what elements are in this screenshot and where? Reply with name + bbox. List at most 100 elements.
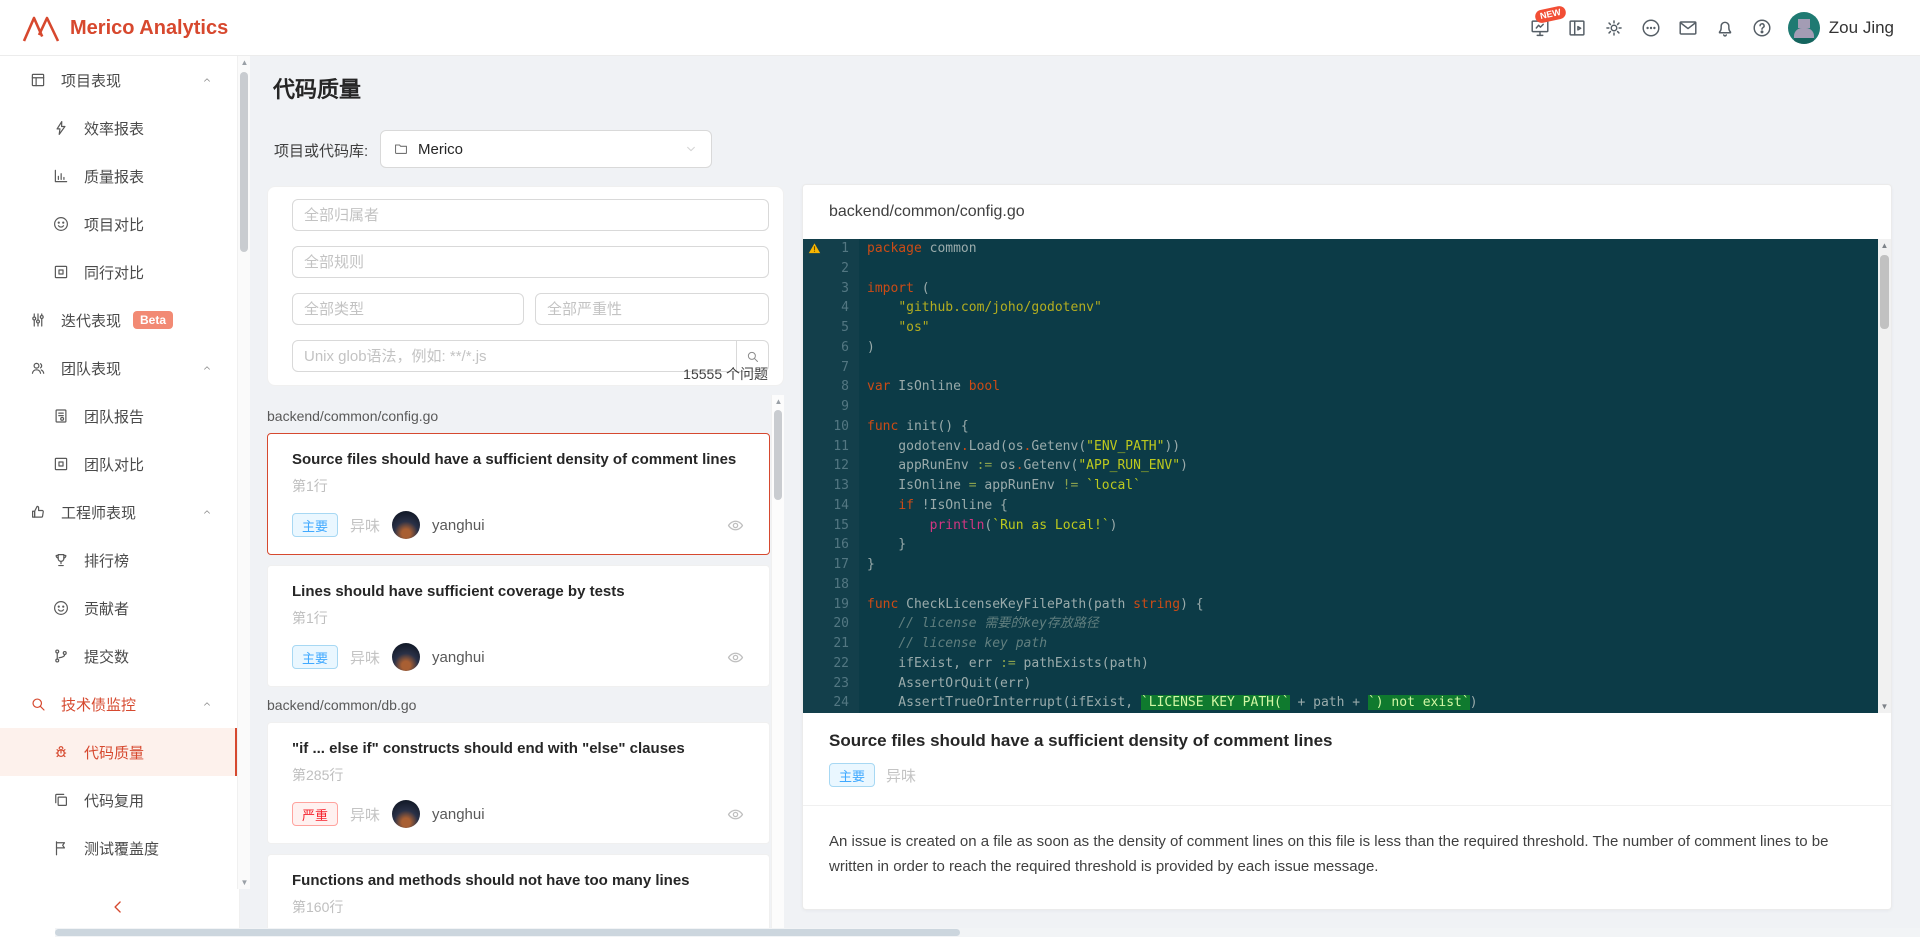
grid-icon [29, 71, 47, 89]
chevron-up-icon [201, 74, 213, 86]
author-name: yanghui [432, 648, 485, 666]
help-icon[interactable] [1751, 17, 1773, 39]
code-viewer[interactable]: 1 package common 2 3 import (4 "github.com/j… [803, 239, 1891, 713]
header-actions: NEW Zou Jing [1529, 0, 1894, 56]
severity-filter-input[interactable] [535, 293, 769, 325]
issue-card[interactable]: "if ... else if" constructs should end w… [267, 722, 770, 844]
issue-count: 15555 个问题 [683, 366, 768, 382]
issue-title: Source files should have a sufficient de… [292, 451, 737, 468]
repo-select[interactable]: Merico [380, 130, 712, 168]
issue-card[interactable]: Lines should have sufficient coverage by… [267, 565, 770, 687]
sidebar-item-label: 技术债监控 [61, 696, 137, 714]
sidebar-item-thumb[interactable]: 工程师表现 [0, 488, 239, 536]
sidebar-item-copy[interactable]: 代码复用 [0, 776, 239, 824]
sidebar-item-users[interactable]: 团队表现 [0, 344, 239, 392]
scroll-thumb[interactable] [240, 72, 248, 252]
sidebar-item-label: 项目表现 [61, 72, 122, 90]
sidebar-item-label: 项目对比 [84, 216, 145, 234]
sidebar-item-label: 工程师表现 [61, 504, 137, 522]
issue-line-number: 第160行 [292, 899, 344, 915]
severity-badge: 主要 [292, 645, 339, 669]
messages-icon[interactable] [1677, 17, 1699, 39]
line-number: 14 [833, 497, 849, 513]
sidebar-item-label: 效率报表 [84, 120, 145, 138]
folder-icon [393, 141, 409, 157]
issue-list-scrollbar[interactable]: ▲ ▼ [771, 395, 784, 937]
owner-filter-input[interactable] [292, 199, 769, 231]
user-menu[interactable]: Zou Jing [1787, 12, 1894, 44]
sidebar-item-compare[interactable]: 同行对比 [0, 248, 239, 296]
sidebar-item-label: 团队对比 [84, 456, 145, 474]
sidebar-item-magnify[interactable]: 技术债监控 [0, 680, 239, 728]
code-line: 5 "os" [803, 318, 1891, 338]
issue-card[interactable]: Source files should have a sufficient de… [267, 433, 770, 555]
sidebar-item-flag[interactable]: 测试覆盖度 [0, 824, 239, 872]
line-number: 23 [833, 675, 849, 691]
chevron-up-icon [201, 698, 213, 710]
issue-line-number: 第1行 [292, 610, 328, 626]
issue-description: An issue is created on a file as soon as… [829, 833, 1829, 875]
scroll-up-arrow[interactable]: ▲ [772, 395, 785, 408]
sliders-icon [29, 311, 47, 329]
sidebar-item-bug[interactable]: 代码质量 [0, 728, 239, 776]
repo-select-value: Merico [418, 140, 464, 158]
sidebar-item-chart[interactable]: 质量报表 [0, 152, 239, 200]
code-line: 16 } [803, 535, 1891, 555]
filter-panel [267, 186, 784, 386]
scroll-thumb[interactable] [774, 410, 782, 500]
line-number: 3 [841, 280, 849, 296]
scroll-up-arrow[interactable]: ▲ [238, 56, 251, 69]
scroll-thumb[interactable] [1880, 255, 1889, 329]
ignore-eye-icon[interactable] [726, 516, 745, 535]
divider [803, 805, 1891, 806]
settings-icon[interactable] [1603, 17, 1625, 39]
line-number: 20 [833, 616, 849, 632]
brand[interactable]: Merico Analytics [22, 12, 228, 44]
line-number: 11 [833, 438, 849, 454]
top-header: Merico Analytics NEW Zou Jing [0, 0, 1920, 56]
sidebar-item-label: 排行榜 [84, 552, 130, 570]
line-number: 9 [841, 399, 849, 414]
scroll-down-arrow[interactable]: ▼ [238, 876, 251, 889]
sidebar-item-smile[interactable]: 项目对比 [0, 200, 239, 248]
type-filter-input[interactable] [292, 293, 524, 325]
sidebar-item-label: 代码复用 [84, 792, 145, 810]
sidebar-item-compare[interactable]: 团队对比 [0, 440, 239, 488]
sidebar-collapse-button[interactable] [108, 897, 134, 923]
code-scrollbar[interactable]: ▲ ▼ [1878, 239, 1891, 713]
changelog-icon[interactable] [1566, 17, 1588, 39]
sidebar-item-grid[interactable]: 项目表现 [0, 56, 239, 104]
horizontal-scrollbar[interactable] [55, 928, 1920, 937]
code-line: 18 [803, 575, 1891, 595]
line-number: 19 [833, 596, 849, 612]
rule-filter-input[interactable] [292, 246, 769, 278]
ignore-eye-icon[interactable] [726, 805, 745, 824]
sidebar-item-smile[interactable]: 贡献者 [0, 584, 239, 632]
author-avatar [392, 800, 421, 828]
scroll-up-arrow[interactable]: ▲ [1878, 239, 1891, 252]
issue-card[interactable]: Functions and methods should not have to… [267, 854, 770, 937]
chevron-up-icon [201, 362, 213, 374]
issue-type-label: 异味 [886, 767, 917, 785]
code-line: 23 AssertOrQuit(err) [803, 674, 1891, 694]
doc-icon [52, 407, 70, 425]
scroll-thumb[interactable] [55, 929, 960, 936]
line-number: 6 [841, 339, 849, 355]
screen-share-icon[interactable]: NEW [1529, 4, 1567, 39]
sidebar-item-sliders[interactable]: 迭代表现 Beta [0, 296, 239, 344]
users-icon [29, 359, 47, 377]
sidebar-item-doc[interactable]: 团队报告 [0, 392, 239, 440]
chevron-left-icon [108, 897, 134, 917]
main-scrollbar[interactable]: ▲ ▼ [237, 56, 250, 889]
sidebar-item-bolt[interactable]: 效率报表 [0, 104, 239, 152]
feedback-icon[interactable] [1640, 17, 1662, 39]
beta-badge: Beta [133, 311, 174, 329]
notifications-icon[interactable] [1714, 17, 1736, 39]
ignore-eye-icon[interactable] [726, 648, 745, 667]
author-name: yanghui [432, 516, 485, 534]
scroll-down-arrow[interactable]: ▼ [1878, 700, 1891, 713]
line-number: 21 [833, 636, 849, 651]
smile-icon [52, 215, 70, 233]
sidebar-item-trophy[interactable]: 排行榜 [0, 536, 239, 584]
sidebar-item-branch[interactable]: 提交数 [0, 632, 239, 680]
